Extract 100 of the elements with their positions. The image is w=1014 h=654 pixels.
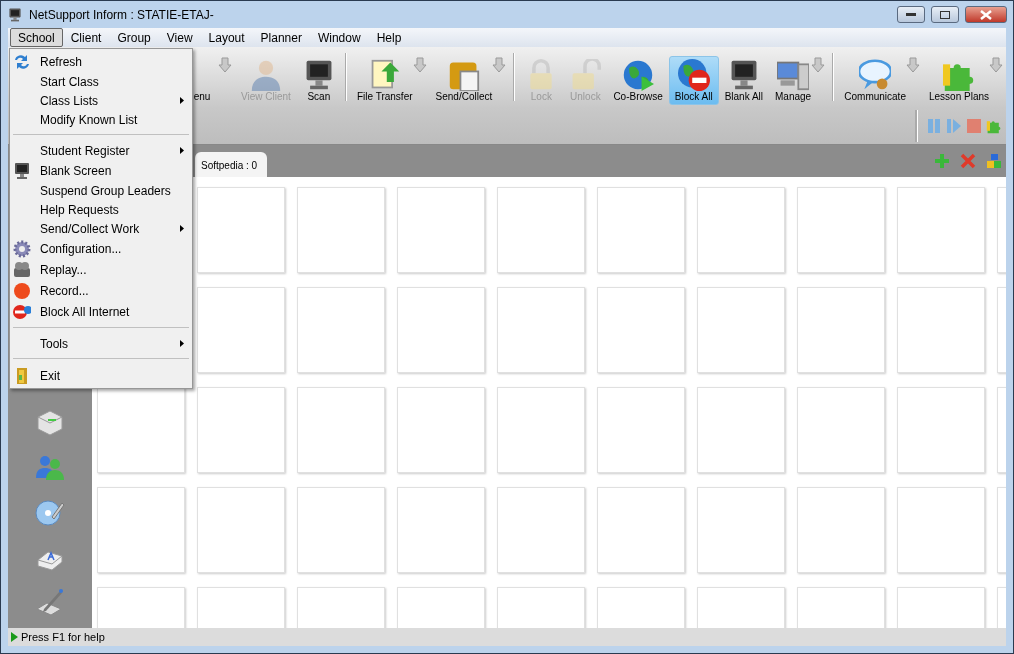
menu-item[interactable]: Exit: [10, 365, 192, 386]
window-title: NetSupport Inform : STATIE-ETAJ-: [29, 7, 215, 22]
toolbar-button[interactable]: Lesson Plans: [922, 56, 1006, 105]
menu-item[interactable]: Tools: [10, 334, 192, 353]
menu-item[interactable]: Block All Internet: [10, 301, 192, 322]
menu-item[interactable]: Window: [309, 28, 369, 47]
status-text: Press F1 for help: [21, 631, 105, 643]
client-tile[interactable]: [197, 287, 285, 373]
maximize-icon: [940, 10, 950, 19]
client-tile[interactable]: [897, 187, 985, 273]
toolbar-button[interactable]: Scan: [296, 56, 341, 105]
menu-item[interactable]: Client: [62, 28, 110, 47]
dropdown-arrow-icon[interactable]: [412, 57, 427, 73]
dropdown-arrow-icon[interactable]: [492, 57, 507, 73]
menu-item[interactable]: Record...: [10, 280, 192, 301]
app-icon: [7, 6, 23, 23]
client-tile[interactable]: [897, 387, 985, 473]
client-tile[interactable]: [697, 187, 785, 273]
menu-item[interactable]: Replay...: [10, 259, 192, 280]
submenu-arrow-icon: [180, 225, 184, 232]
menu-item[interactable]: Help Requests: [10, 200, 192, 219]
toolbar-button[interactable]: Communicate: [838, 56, 923, 105]
minimize-icon: [906, 13, 916, 16]
toolbar-button[interactable]: Co-Browse: [607, 56, 669, 105]
toolbar-button[interactable]: Block All: [668, 56, 719, 105]
menu-item[interactable]: Blank Screen: [10, 160, 192, 181]
dropdown-arrow-icon[interactable]: [811, 57, 826, 73]
client-tile[interactable]: [97, 387, 185, 473]
client-tile[interactable]: [797, 487, 885, 573]
globe-icon: [622, 59, 655, 91]
client-tile[interactable]: [197, 187, 285, 273]
toolbar-button[interactable]: Manage: [769, 56, 829, 105]
client-tile[interactable]: [397, 487, 485, 573]
client-tile[interactable]: [497, 387, 585, 473]
delete-icon[interactable]: [960, 153, 976, 169]
dropdown-arrow-icon[interactable]: [989, 57, 1003, 73]
menu-item[interactable]: Help: [368, 28, 410, 47]
submenu-arrow-icon: [180, 97, 184, 104]
menu-item[interactable]: School: [10, 28, 63, 47]
client-tile[interactable]: [297, 287, 385, 373]
menu-item[interactable]: Configuration...: [10, 238, 192, 259]
client-tile[interactable]: [497, 487, 585, 573]
client-tile[interactable]: [397, 387, 485, 473]
menu-item[interactable]: Student Register: [10, 141, 192, 160]
menu-item[interactable]: Planner: [252, 28, 310, 47]
minimize-button[interactable]: [897, 6, 925, 23]
step-play-icon[interactable]: [946, 118, 962, 134]
client-tile[interactable]: [697, 387, 785, 473]
monitor-icon: [13, 161, 31, 180]
play-icon: [11, 632, 18, 642]
stop-icon[interactable]: [966, 118, 982, 134]
client-tile[interactable]: [897, 487, 985, 573]
client-tile[interactable]: [197, 487, 285, 573]
client-tile[interactable]: [697, 487, 785, 573]
add-icon[interactable]: [934, 153, 950, 169]
client-tile[interactable]: [97, 487, 185, 573]
client-tile[interactable]: [797, 387, 885, 473]
menu-item[interactable]: Send/Collect Work: [10, 219, 192, 238]
submenu-arrow-icon: [180, 147, 184, 154]
dropdown-arrow-icon[interactable]: [218, 57, 232, 73]
maximize-button[interactable]: [931, 6, 959, 23]
client-tile[interactable]: [497, 187, 585, 273]
group-tab[interactable]: Softpedia : 0: [195, 152, 268, 177]
client-tile[interactable]: [597, 287, 685, 373]
toolbar-button[interactable]: File Transfer: [350, 56, 430, 105]
puzzle-icon[interactable]: [986, 118, 1002, 134]
menu-item[interactable]: Layout: [200, 28, 253, 47]
person-icon: [249, 59, 282, 91]
client-tile[interactable]: [897, 287, 985, 373]
client-tile[interactable]: [697, 287, 785, 373]
client-tile[interactable]: [497, 287, 585, 373]
menu-item[interactable]: Modify Known List: [10, 110, 192, 129]
toolbar-button[interactable]: Send/Collect: [429, 56, 510, 105]
submenu-arrow-icon: [180, 340, 184, 347]
client-tile[interactable]: [597, 487, 685, 573]
client-tile[interactable]: [297, 487, 385, 573]
client-tile[interactable]: [197, 387, 285, 473]
menu-item[interactable]: Group: [109, 28, 159, 47]
refresh-icon: [13, 52, 31, 71]
bubble-icon: [859, 59, 892, 91]
close-icon: [980, 9, 992, 20]
client-tile[interactable]: [397, 287, 485, 373]
gear-icon: [13, 239, 31, 258]
client-tile[interactable]: [797, 287, 885, 373]
client-tile[interactable]: [397, 187, 485, 273]
disc-icon[interactable]: [34, 497, 66, 529]
pause-icon[interactable]: [926, 118, 942, 134]
toolbar-button[interactable]: Blank All: [718, 56, 769, 105]
client-tile[interactable]: [597, 387, 685, 473]
block-icon: [13, 302, 31, 321]
menu-item[interactable]: View: [158, 28, 201, 47]
client-tile[interactable]: [297, 387, 385, 473]
close-button[interactable]: [965, 6, 1007, 23]
client-tile[interactable]: [797, 187, 885, 273]
globeblock-icon: [677, 59, 710, 91]
blocks-icon[interactable]: [986, 153, 1002, 169]
client-tile[interactable]: [297, 187, 385, 273]
client-tile[interactable]: [597, 187, 685, 273]
menu-item[interactable]: Suspend Group Leaders: [10, 181, 192, 200]
dropdown-arrow-icon[interactable]: [905, 57, 920, 73]
